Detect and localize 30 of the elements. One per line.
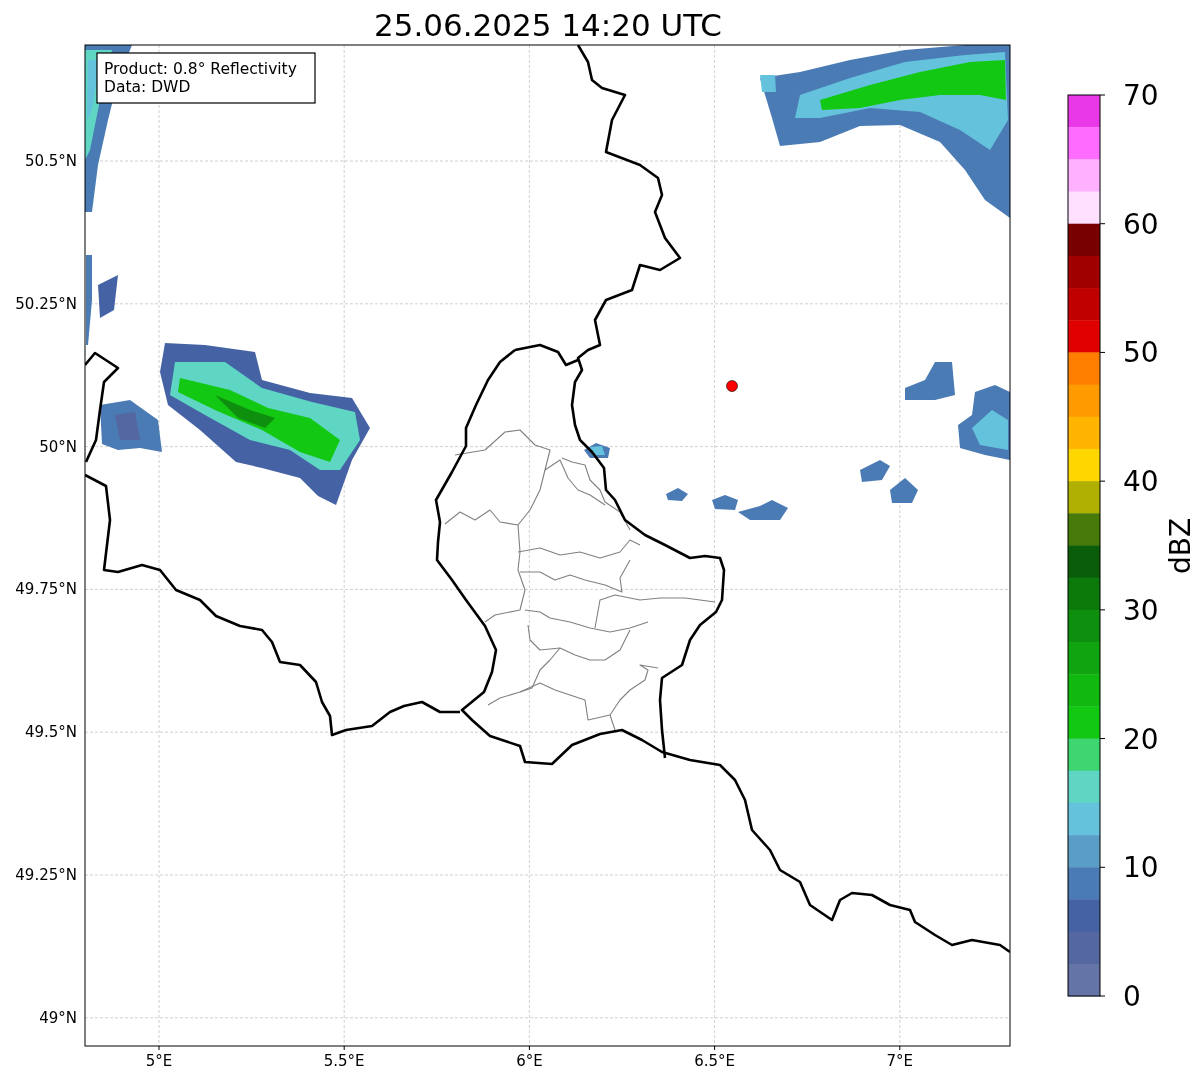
latitude-label: 49°N: [39, 1008, 77, 1027]
colorbar-tick-label: 50: [1123, 336, 1159, 370]
latitude-label: 49.5°N: [24, 723, 77, 742]
radar-echo: [666, 488, 688, 501]
radar-site-marker: [726, 380, 738, 392]
radar-echo: [584, 443, 610, 458]
info-text: Product: 0.8° Reflectivity: [104, 60, 297, 78]
colorbar-label: dBZ: [1164, 517, 1197, 575]
longitude-label: 5.5°E: [323, 1052, 365, 1070]
longitude-label: 7°E: [886, 1052, 914, 1070]
latitude-label: 50.25°N: [15, 294, 77, 313]
radar-echo: [890, 478, 918, 503]
latitude-label: 50°N: [39, 437, 77, 456]
colorbar-tick-label: 20: [1123, 722, 1159, 756]
radar-echo: [860, 460, 890, 482]
colorbar-tick-label: 0: [1123, 980, 1141, 1013]
colorbar-tick-label: 30: [1123, 593, 1159, 627]
radar-echo: [905, 362, 955, 400]
latitude-label: 50.5°N: [24, 152, 77, 170]
colorbar-tick-label: 10: [1123, 851, 1159, 885]
chart-title: 25.06.2025 14:20 UTC: [374, 7, 722, 43]
latitude-label: 49.25°N: [15, 866, 77, 884]
colorbar-tick-label: 70: [1123, 79, 1159, 112]
longitude-label: 6.5°E: [694, 1052, 735, 1070]
longitude-label: 5°E: [145, 1052, 173, 1070]
latitude-label: 49.75°N: [15, 580, 77, 599]
colorbar-tick-label: 60: [1123, 207, 1159, 241]
longitude-label: 6°E: [516, 1052, 543, 1070]
info-text: Data: DWD: [104, 78, 191, 96]
colorbar-tick-label: 40: [1123, 465, 1159, 499]
